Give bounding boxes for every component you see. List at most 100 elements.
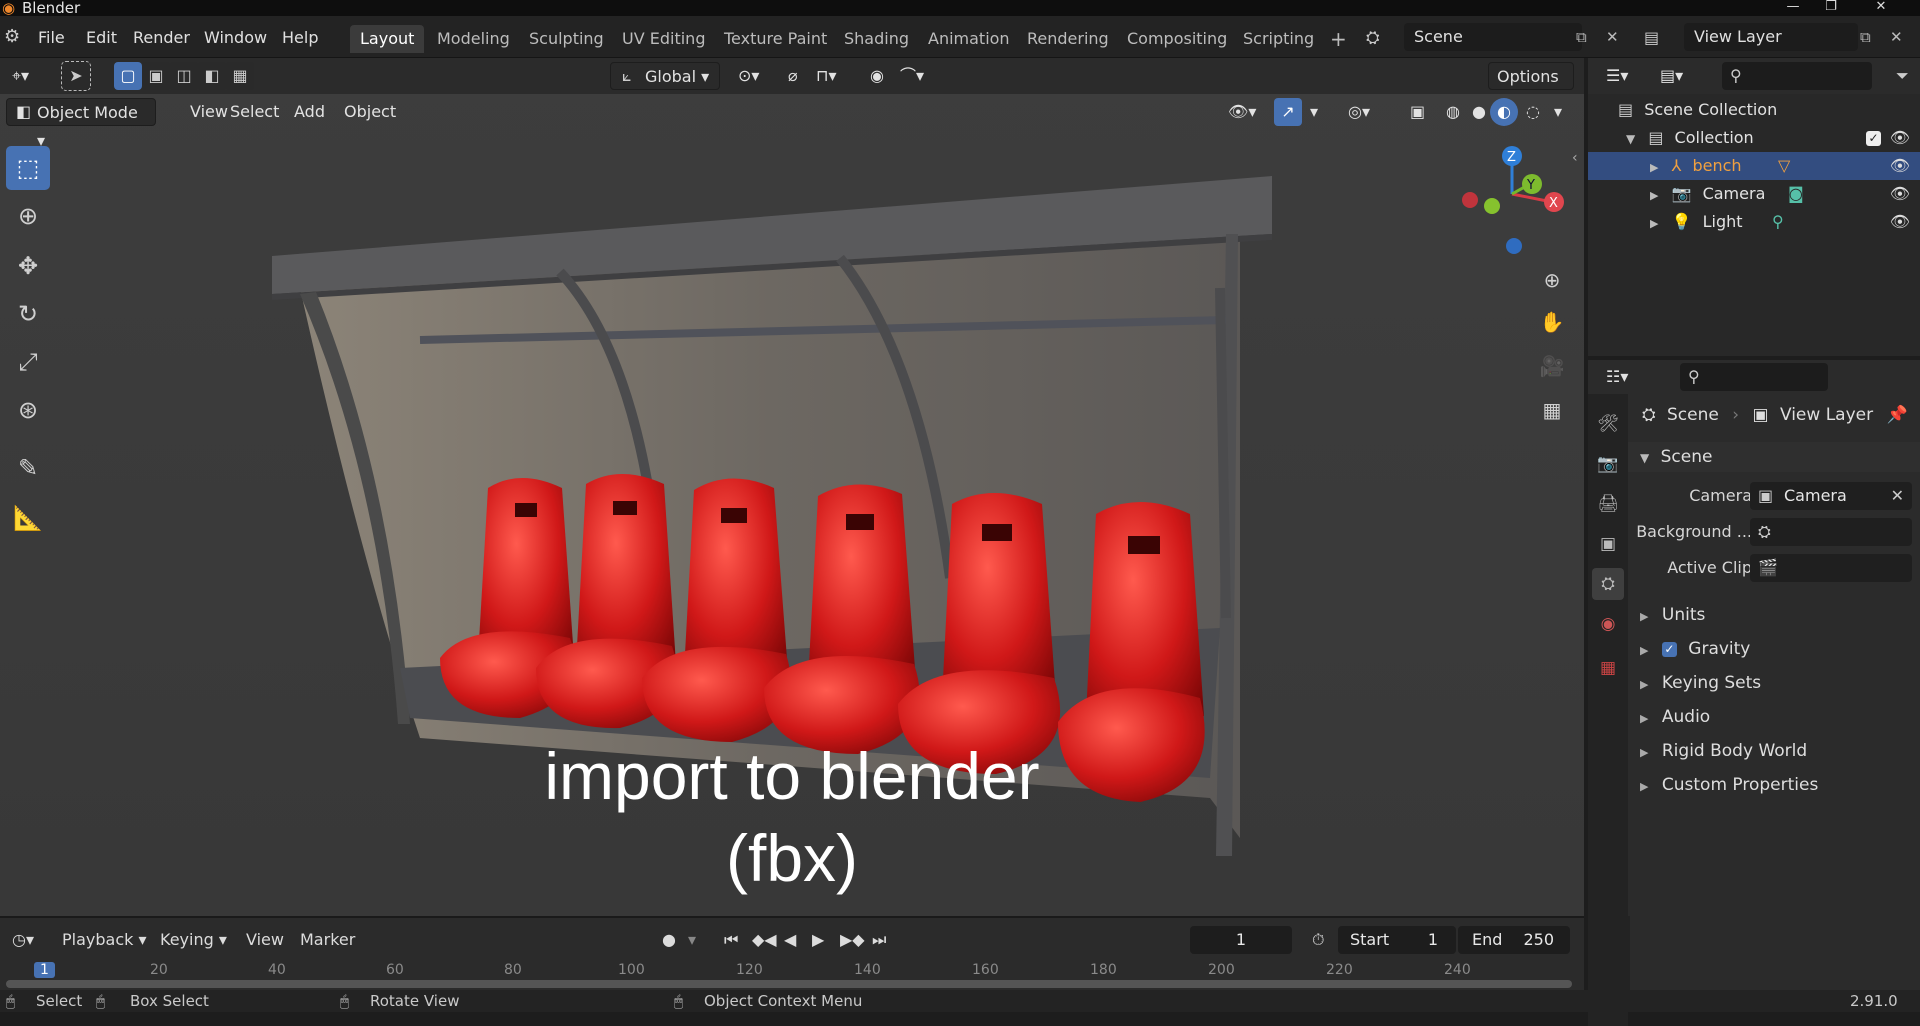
camera-view-icon[interactable]: 🎥 bbox=[1534, 348, 1570, 384]
play-button[interactable]: ▶ bbox=[804, 926, 832, 954]
view-layer-icon[interactable]: ▤ bbox=[1644, 28, 1659, 47]
scene-panel-header[interactable]: ▼ Scene bbox=[1628, 442, 1920, 472]
3d-viewport[interactable]: ⌖▾ ➤ ▢ ▣ ◫ ◧ ▦ Global ▾ ⟀ ⊙▾ ⌀ ⊓▾ ◉ ⌒▾ O… bbox=[0, 58, 1584, 916]
camera-visibility-eye-icon[interactable]: 👁 bbox=[1890, 180, 1910, 208]
gravity-checkbox[interactable]: ✓ bbox=[1661, 641, 1677, 657]
start-frame-field[interactable]: Start 1 bbox=[1338, 926, 1456, 954]
section-units[interactable]: ▶ Units bbox=[1628, 600, 1920, 630]
cursor-tool-icon[interactable]: ⊕ bbox=[6, 194, 50, 238]
maximize-button[interactable]: ❐ bbox=[1816, 0, 1846, 16]
filter-icon[interactable]: ⏷ bbox=[1896, 66, 1909, 86]
new-view-layer-icon[interactable]: ⧉ bbox=[1860, 28, 1871, 46]
perspective-grid-icon[interactable]: ▦ bbox=[1534, 392, 1570, 428]
scene-tab-icon[interactable]: ⛭ bbox=[1592, 568, 1624, 600]
outliner-item-bench[interactable]: ▶ ⅄ bench ▽ 👁 bbox=[1588, 152, 1920, 180]
jump-start-button[interactable]: ⏮ bbox=[716, 926, 746, 954]
section-rigid-body-world[interactable]: ▶ Rigid Body World bbox=[1628, 736, 1920, 766]
current-frame-marker[interactable]: 1 bbox=[34, 962, 55, 978]
select-new-icon[interactable]: ▢ bbox=[114, 62, 142, 90]
close-window-button[interactable]: ✕ bbox=[1866, 0, 1896, 16]
proportional-falloff-icon[interactable]: ⌒▾ bbox=[892, 62, 932, 90]
outliner-display-mode-icon[interactable]: ▤▾ bbox=[1652, 62, 1691, 90]
annotate-tool-icon[interactable]: ✎ bbox=[6, 446, 50, 490]
rendered-shading-icon[interactable]: ◌ bbox=[1518, 98, 1548, 126]
timeline-menu-playback[interactable]: Playback ▾ bbox=[54, 926, 155, 954]
properties-search-input[interactable] bbox=[1680, 363, 1828, 391]
mesh-data-icon[interactable]: ▽ bbox=[1778, 152, 1790, 180]
section-audio[interactable]: ▶ Audio bbox=[1628, 702, 1920, 732]
expand-arrow-icon[interactable]: ▶ bbox=[1650, 161, 1658, 174]
blender-menu-icon[interactable]: ⚙ bbox=[4, 26, 20, 47]
material-preview-icon[interactable]: ◐ bbox=[1490, 98, 1518, 126]
section-keying-sets[interactable]: ▶ Keying Sets bbox=[1628, 668, 1920, 698]
expand-arrow-icon[interactable]: ▼ bbox=[1626, 132, 1635, 146]
snap-target-icon[interactable]: ⊓▾ bbox=[808, 62, 845, 90]
sidebar-toggle-icon[interactable]: ‹ bbox=[1572, 150, 1578, 166]
menu-file[interactable]: File bbox=[38, 28, 65, 47]
select-tool-icon[interactable]: ➤ bbox=[61, 61, 91, 91]
tab-modeling[interactable]: Modeling bbox=[427, 25, 520, 53]
xray-toggle-icon[interactable]: ▣ bbox=[1402, 98, 1433, 126]
navigation-gizmo[interactable]: Z X Y bbox=[1456, 144, 1576, 264]
play-reverse-button[interactable]: ◀ bbox=[776, 926, 804, 954]
tool-tab-icon[interactable]: 🛠 bbox=[1592, 408, 1624, 440]
collection-exclude-checkbox[interactable]: ✓ bbox=[1866, 124, 1881, 152]
gizmo-dropdown-icon[interactable]: ▾ bbox=[1302, 98, 1326, 126]
scene-field[interactable]: Scene bbox=[1404, 23, 1582, 51]
viewport-menu-select[interactable]: Select bbox=[222, 98, 287, 126]
outliner-collection[interactable]: ▼ ▤ Collection ✓ 👁 bbox=[1588, 124, 1920, 152]
timeline-editor-type-icon[interactable]: ◷▾ bbox=[4, 926, 42, 954]
timeline-menu-view[interactable]: View bbox=[238, 926, 292, 954]
tab-shading[interactable]: Shading bbox=[834, 25, 919, 53]
editor-type-icon[interactable]: ⌖▾ bbox=[4, 62, 37, 90]
viewport-menu-object[interactable]: Object bbox=[336, 98, 404, 126]
preview-range-icon[interactable]: ⏱ bbox=[1304, 926, 1332, 954]
pin-icon[interactable]: 📌 bbox=[1887, 400, 1908, 430]
snap-icon[interactable]: ⌀ bbox=[780, 62, 806, 90]
outliner-search-input[interactable] bbox=[1722, 62, 1872, 90]
select-extend-icon[interactable]: ▣ bbox=[142, 62, 170, 90]
select-intersect-icon[interactable]: ▦ bbox=[226, 62, 254, 90]
world-tab-icon[interactable]: ◉ bbox=[1592, 608, 1624, 640]
collection-visibility-eye-icon[interactable]: 👁 bbox=[1890, 124, 1910, 152]
timeline-ruler[interactable]: 1 20 40 60 80 100 120 140 160 180 200 22… bbox=[0, 962, 1584, 992]
render-tab-icon[interactable]: 📷 bbox=[1592, 448, 1624, 480]
view-layer-field[interactable]: View Layer bbox=[1684, 23, 1858, 51]
shading-options-icon[interactable]: ▾ bbox=[1546, 98, 1570, 126]
pan-hand-icon[interactable]: ✋ bbox=[1534, 304, 1570, 340]
record-options-icon[interactable]: ▾ bbox=[680, 926, 704, 954]
timeline-menu-marker[interactable]: Marker bbox=[292, 926, 363, 954]
menu-window[interactable]: Window bbox=[204, 28, 267, 47]
tab-animation[interactable]: Animation bbox=[918, 25, 1020, 53]
timeline-scrollbar[interactable] bbox=[6, 980, 1572, 988]
select-invert-icon[interactable]: ◧ bbox=[198, 62, 226, 90]
light-data-icon[interactable]: ⚲ bbox=[1772, 208, 1784, 236]
outliner-item-light[interactable]: ▶ 💡 Light ⚲ 👁 bbox=[1588, 208, 1920, 236]
camera-data-icon[interactable]: ◙ bbox=[1788, 180, 1804, 208]
measure-tool-icon[interactable]: 📐 bbox=[6, 496, 50, 540]
bench-visibility-eye-icon[interactable]: 👁 bbox=[1890, 152, 1910, 180]
outliner-item-camera[interactable]: ▶ 📷 Camera ◙ 👁 bbox=[1588, 180, 1920, 208]
scene-selector-icon[interactable]: ⛭ bbox=[1366, 28, 1380, 48]
properties-editor-type-icon[interactable]: ☷▾ bbox=[1598, 363, 1636, 391]
tab-texture-paint[interactable]: Texture Paint bbox=[714, 25, 837, 53]
remove-view-layer-icon[interactable]: ✕ bbox=[1890, 28, 1903, 46]
background-scene-field[interactable]: ⛭ bbox=[1750, 518, 1912, 546]
timeline-menu-keying[interactable]: Keying ▾ bbox=[152, 926, 235, 954]
tab-scripting[interactable]: Scripting bbox=[1233, 25, 1324, 53]
tab-compositing[interactable]: Compositing bbox=[1117, 25, 1237, 53]
select-subtract-icon[interactable]: ◫ bbox=[170, 62, 198, 90]
menu-render[interactable]: Render bbox=[133, 28, 190, 47]
expand-arrow-icon[interactable]: ▶ bbox=[1650, 217, 1658, 230]
light-visibility-eye-icon[interactable]: 👁 bbox=[1890, 208, 1910, 236]
section-gravity[interactable]: ▶ ✓ Gravity bbox=[1628, 634, 1920, 664]
proportional-editing-icon[interactable]: ◉ bbox=[862, 62, 892, 90]
tab-uv-editing[interactable]: UV Editing bbox=[612, 25, 715, 53]
texture-tab-icon[interactable]: ▦ bbox=[1592, 652, 1624, 684]
menu-help[interactable]: Help bbox=[282, 28, 318, 47]
rotate-tool-icon[interactable]: ↻ bbox=[6, 292, 50, 336]
tab-layout[interactable]: Layout bbox=[350, 25, 425, 53]
overlay-toggle-icon[interactable]: ◎▾ bbox=[1340, 98, 1378, 126]
outliner-scene-collection[interactable]: ▤ Scene Collection bbox=[1588, 96, 1920, 124]
tab-rendering[interactable]: Rendering bbox=[1017, 25, 1119, 53]
